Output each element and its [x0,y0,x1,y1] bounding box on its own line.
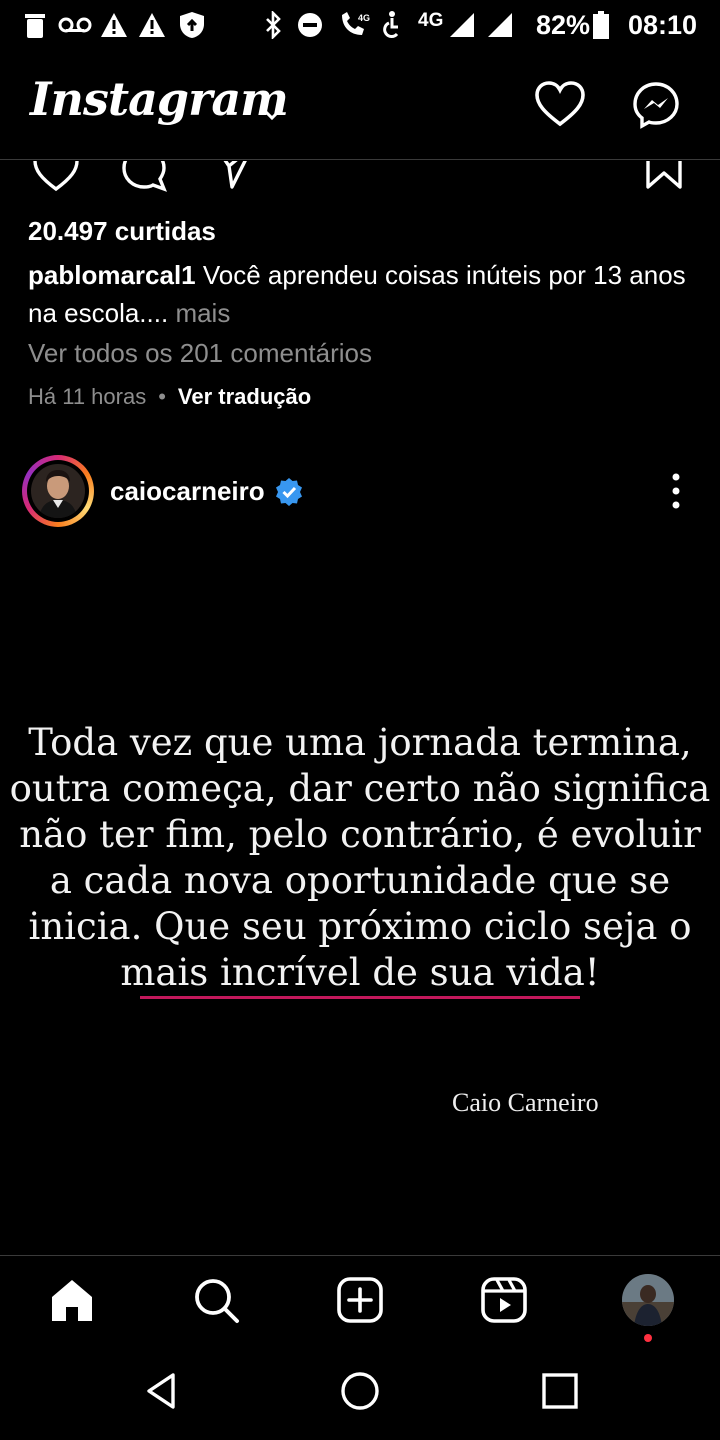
voicemail-icon [58,10,92,40]
svg-text:4G: 4G [358,13,370,23]
instagram-logo[interactable]: Instagram [30,72,289,126]
do-not-disturb-icon [296,10,324,40]
avatar[interactable] [31,464,85,518]
header-divider [0,159,720,160]
save-icon[interactable] [644,161,684,191]
like-icon[interactable] [32,161,80,193]
translate-link[interactable]: Ver tradução [178,384,311,410]
heart-icon[interactable] [534,80,586,128]
post-caption: pablomarcal1 Você aprendeu coisas inútei… [28,256,688,332]
comment-icon[interactable] [120,161,168,193]
back-icon[interactable] [136,1366,186,1416]
network-type-label: 4G [418,10,444,31]
home-icon[interactable] [44,1272,100,1328]
create-icon[interactable] [332,1272,388,1328]
bottom-nav-divider [0,1255,720,1256]
caption-more-link[interactable]: mais [175,298,230,328]
reels-icon[interactable] [476,1272,532,1328]
quote-line: mais incrível de sua vida! [120,951,600,994]
bluetooth-icon [262,10,284,40]
quote-line: não ter fim, pelo contrário, é evoluir [19,813,701,856]
post-image-quote[interactable]: Toda vez que uma jornada termina, outra … [0,720,720,996]
clock: 08:10 [628,10,698,40]
shield-icon [178,10,206,40]
chevron-down-icon[interactable] [258,100,286,128]
notification-dot [644,1334,652,1342]
view-all-comments-link[interactable]: Ver todos os 201 comentários [28,338,372,369]
verified-badge-icon [274,477,304,507]
battery-icon [592,10,610,40]
signal-icon [448,10,476,40]
quote-underline [140,996,580,999]
caption-username[interactable]: pablomarcal1 [28,260,196,290]
post-author-username[interactable]: caiocarneiro [110,476,265,507]
quote-line: a cada nova oportunidade que se [49,859,671,902]
accessibility-icon [380,10,402,40]
signal-icon [486,10,514,40]
share-icon[interactable] [212,161,256,191]
warning-icon [138,10,166,40]
search-icon[interactable] [188,1272,244,1328]
more-options-icon[interactable] [662,470,690,512]
recents-icon[interactable] [535,1366,585,1416]
post-meta-row: Há 11 horas • Ver tradução [28,384,311,410]
battery-percentage: 82% [536,10,591,40]
wifi-calling-icon: 4G [338,10,370,40]
trash-icon [24,10,46,40]
quote-line: inicia. Que seu próximo ciclo seja o [28,905,692,948]
likes-count[interactable]: 20.497 curtidas [28,216,216,247]
quote-signature: Caio Carneiro [452,1088,599,1117]
quote-line: Toda vez que uma jornada termina, [28,721,692,764]
quote-line: outra começa, dar certo não significa [9,767,711,810]
messenger-icon[interactable] [632,81,680,129]
status-bar: 4G 4G 82% 08:10 [0,0,720,52]
profile-avatar[interactable] [622,1274,674,1326]
warning-icon [100,10,128,40]
home-circle-icon[interactable] [335,1366,385,1416]
post-timestamp: Há 11 horas [28,384,147,409]
meta-separator: • [158,384,166,409]
